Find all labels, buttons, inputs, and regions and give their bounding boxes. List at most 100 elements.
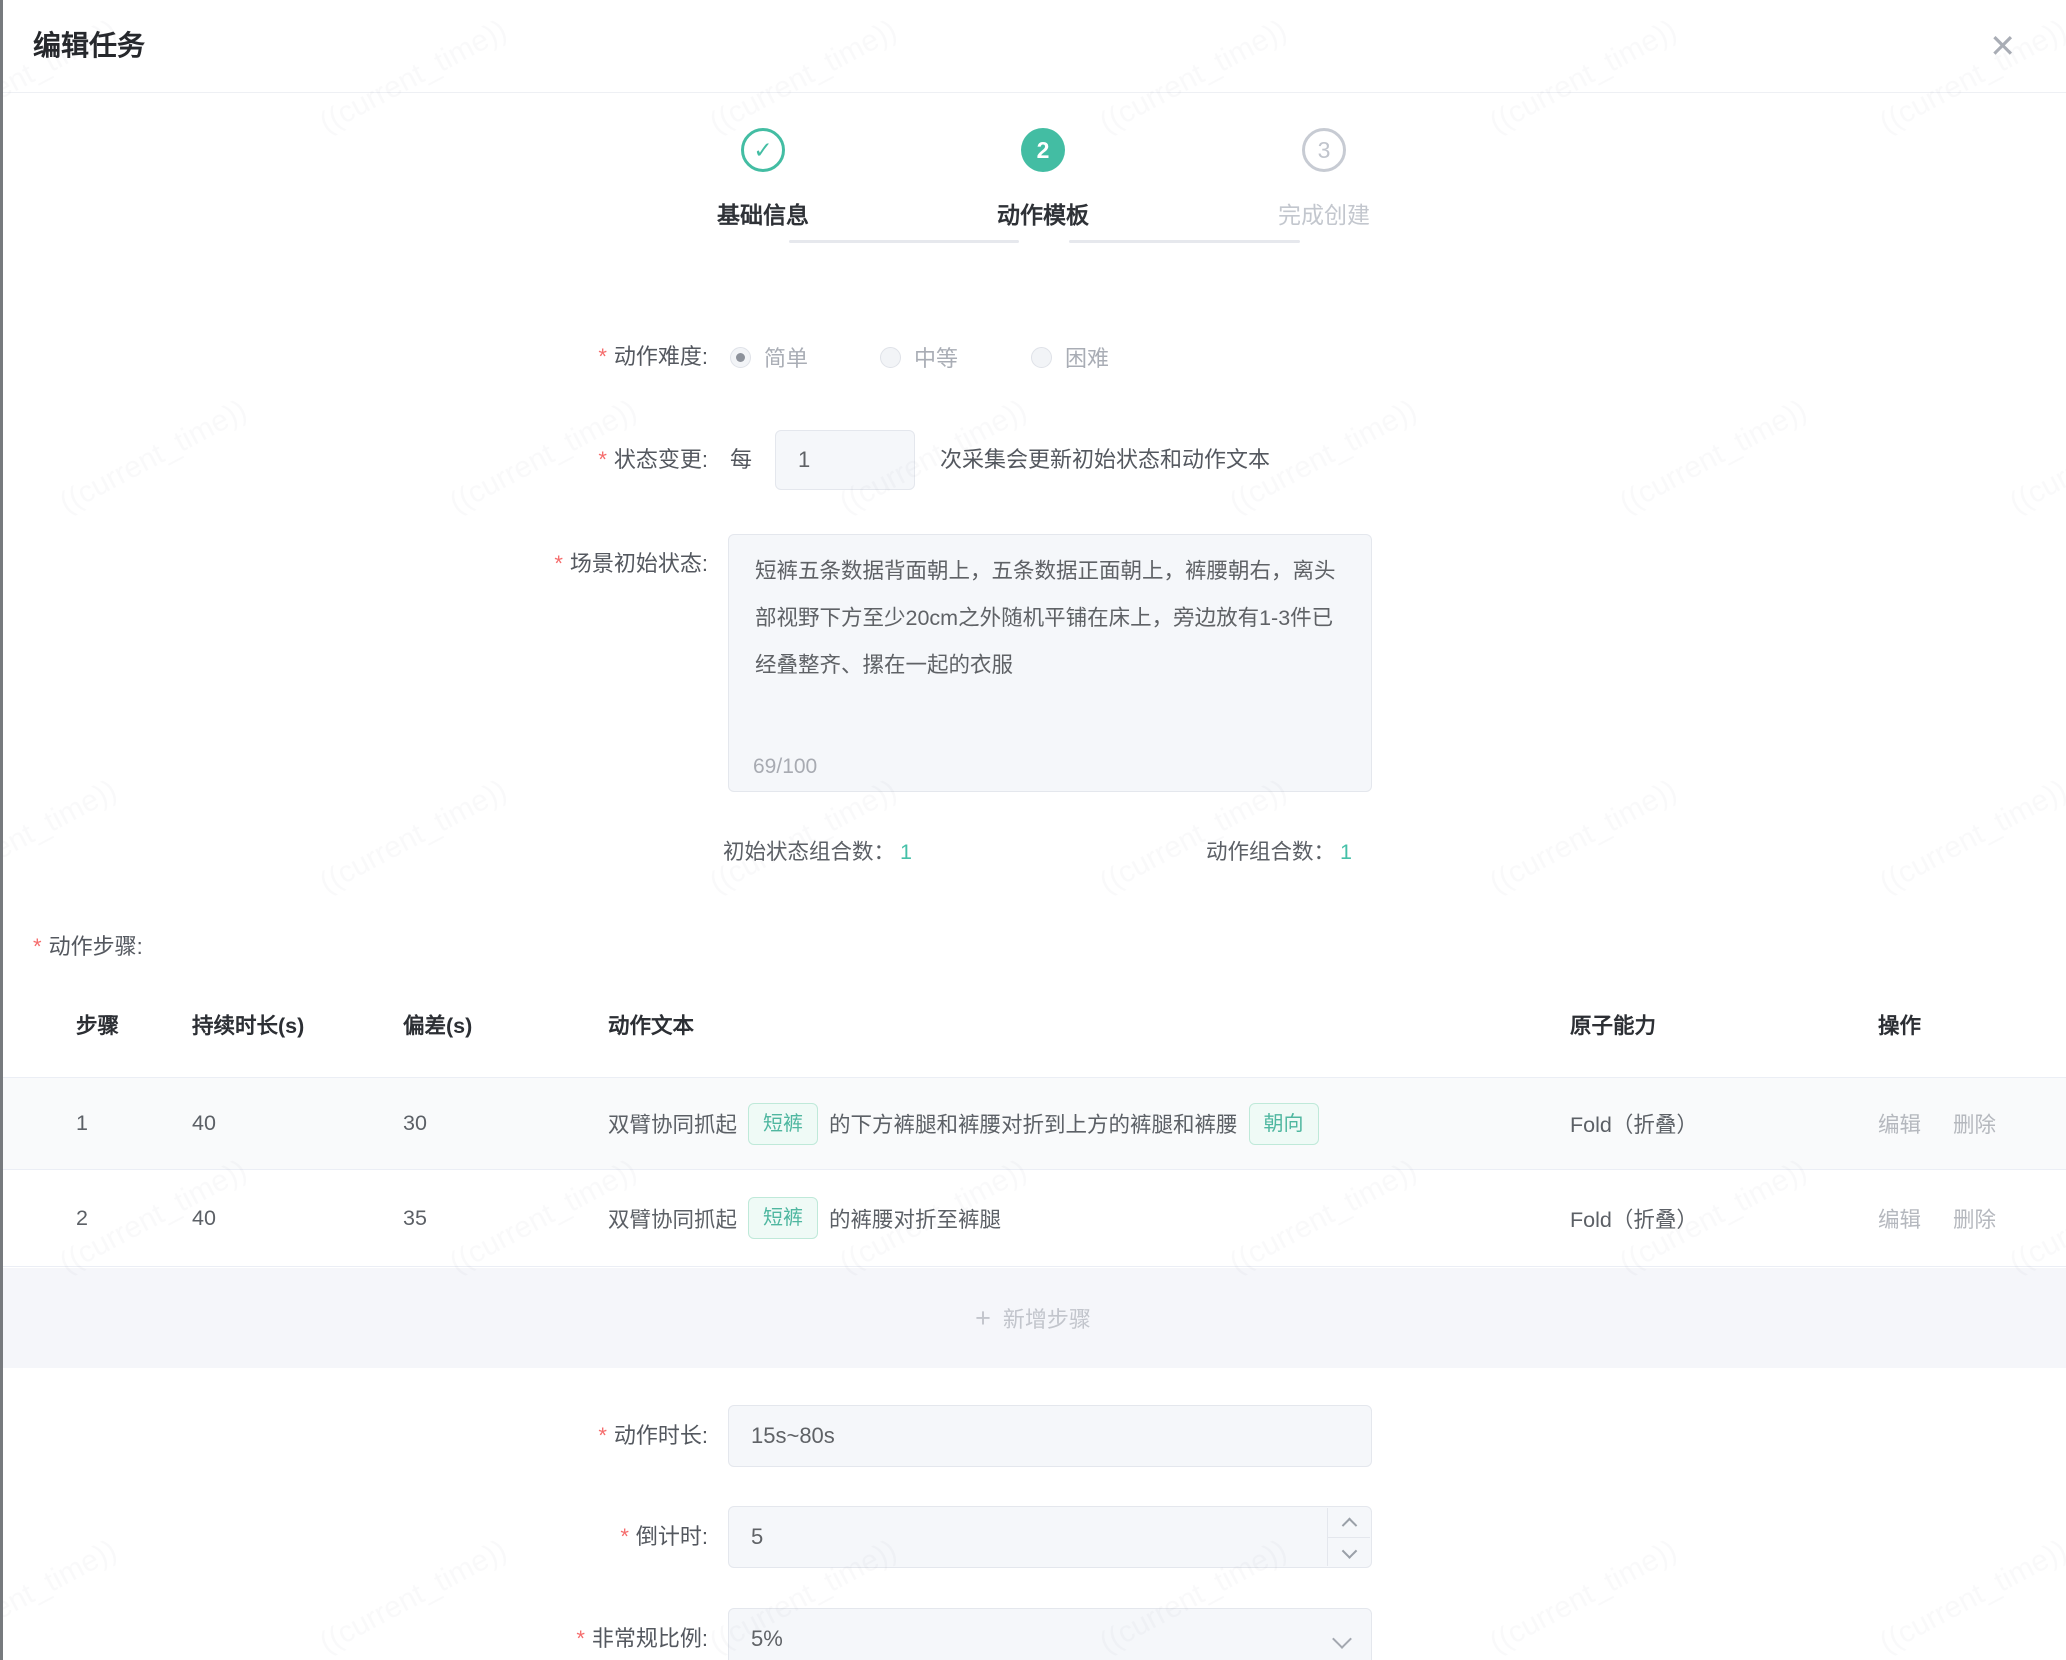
- state-change-label: *状态变更:: [268, 430, 708, 490]
- char-counter: 69/100: [753, 755, 817, 779]
- dialog-header: 编辑任务 ✕: [0, 0, 2066, 93]
- text-segment: 的下方裤腿和裤腰对折到上方的裤腿和裤腰: [829, 1108, 1238, 1139]
- check-icon: ✓: [753, 137, 772, 164]
- object-tag: 短裤: [748, 1103, 818, 1145]
- unusual-ratio-select[interactable]: 5%: [728, 1608, 1372, 1660]
- required-mark: *: [33, 934, 42, 959]
- countdown-value: 5: [729, 1507, 1371, 1567]
- radio-option-hard[interactable]: 困难: [1031, 333, 1109, 381]
- edit-link[interactable]: 编辑: [1878, 1203, 1921, 1234]
- radio-option-medium[interactable]: 中等: [880, 333, 958, 381]
- required-mark: *: [620, 1524, 629, 1549]
- action-duration-value: 15s~80s: [729, 1406, 1371, 1466]
- action-combo-count: 动作组合数：1: [1206, 830, 1352, 874]
- action-combo-value: 1: [1340, 840, 1352, 864]
- add-step-label: 新增步骤: [1003, 1302, 1091, 1334]
- number-spinner: [1327, 1508, 1370, 1566]
- unusual-ratio-label: *非常规比例:: [268, 1608, 708, 1660]
- required-mark: *: [554, 551, 563, 576]
- action-steps-label: *动作步骤:: [33, 925, 143, 969]
- required-mark: *: [576, 1626, 585, 1651]
- step-1-circle: ✓: [741, 128, 785, 172]
- radio-icon: [880, 347, 901, 368]
- row-deviation: 35: [403, 1170, 427, 1266]
- step-3-label: 完成创建: [1214, 196, 1434, 230]
- required-mark: *: [598, 447, 607, 472]
- unusual-ratio-value: 5%: [729, 1609, 1371, 1660]
- add-step-button[interactable]: + 新增步骤: [0, 1268, 2066, 1368]
- table-row: 1 40 30 双臂协同抓起 短裤 的下方裤腿和裤腰对折到上方的裤腿和裤腰 朝向…: [0, 1077, 2066, 1170]
- table-row: 2 40 35 双臂协同抓起 短裤 的裤腰对折至裤腿 Fold（折叠） 编辑 删…: [0, 1170, 2066, 1267]
- action-duration-row: *动作时长: 15s~80s: [0, 1405, 2066, 1467]
- edit-task-dialog: ((current_time))((current_time))((curren…: [0, 0, 2066, 1660]
- initial-combo-label: 初始状态组合数：: [723, 840, 895, 864]
- row-deviation: 30: [403, 1078, 427, 1169]
- header-duration: 持续时长(s): [192, 998, 304, 1054]
- row-step: 2: [76, 1170, 88, 1266]
- text-segment: 双臂协同抓起: [608, 1108, 737, 1139]
- row-action-text: 双臂协同抓起 短裤 的裤腰对折至裤腿: [608, 1170, 1526, 1266]
- step-2-label: 动作模板: [933, 196, 1153, 230]
- radio-icon: [730, 347, 751, 368]
- radio-option-easy[interactable]: 简单: [730, 333, 808, 381]
- stepper: ✓ 2 3 基础信息 动作模板 完成创建: [0, 92, 2066, 252]
- action-steps-table: 步骤 持续时长(s) 偏差(s) 动作文本 原子能力 操作 1 40 30 双臂…: [0, 998, 2066, 1368]
- header-ability: 原子能力: [1570, 998, 1656, 1054]
- radio-label: 困难: [1065, 341, 1109, 373]
- close-icon[interactable]: ✕: [1989, 0, 2016, 92]
- combo-counts-row: 初始状态组合数：1 动作组合数：1: [0, 830, 2066, 874]
- step-number: 2: [1037, 137, 1050, 164]
- header-action-text: 动作文本: [608, 998, 1526, 1054]
- difficulty-label: *动作难度:: [268, 333, 708, 381]
- header-deviation: 偏差(s): [403, 998, 472, 1054]
- initial-combo-count: 初始状态组合数：1: [723, 830, 912, 874]
- chevron-down-icon: [1341, 1543, 1357, 1559]
- unusual-ratio-row: *非常规比例: 5%: [0, 1608, 2066, 1660]
- row-ability: Fold（折叠）: [1570, 1078, 1698, 1169]
- spinner-down-button[interactable]: [1328, 1538, 1370, 1567]
- stepper-connector: [1069, 240, 1300, 243]
- row-duration: 40: [192, 1170, 216, 1266]
- state-change-row: *状态变更: 每 1 次采集会更新初始状态和动作文本: [0, 430, 2066, 490]
- chevron-up-icon: [1341, 1518, 1357, 1534]
- row-actions: 编辑 删除: [1878, 1078, 1996, 1169]
- radio-icon: [1031, 347, 1052, 368]
- required-mark: *: [598, 1423, 607, 1448]
- row-actions: 编辑 删除: [1878, 1170, 1996, 1266]
- state-change-value: 1: [776, 431, 914, 489]
- header-actions: 操作: [1878, 998, 1921, 1054]
- row-duration: 40: [192, 1078, 216, 1169]
- state-change-input[interactable]: 1: [775, 430, 915, 490]
- orientation-tag: 朝向: [1249, 1103, 1319, 1145]
- delete-link[interactable]: 删除: [1953, 1203, 1996, 1234]
- initial-state-label: *场景初始状态:: [268, 534, 708, 594]
- plus-icon: +: [975, 1303, 991, 1334]
- radio-label: 中等: [914, 341, 958, 373]
- difficulty-row: *动作难度: 简单 中等 困难: [0, 333, 2066, 381]
- countdown-input[interactable]: 5: [728, 1506, 1372, 1568]
- required-mark: *: [598, 344, 607, 369]
- page-edge: [0, 0, 3, 1660]
- header-step: 步骤: [76, 998, 119, 1054]
- step-2-circle: 2: [1021, 128, 1065, 172]
- countdown-label: *倒计时:: [268, 1506, 708, 1568]
- edit-link[interactable]: 编辑: [1878, 1108, 1921, 1139]
- initial-state-row: *场景初始状态: 短裤五条数据背面朝上，五条数据正面朝上，裤腰朝右，离头部视野下…: [0, 534, 2066, 792]
- row-action-text: 双臂协同抓起 短裤 的下方裤腿和裤腰对折到上方的裤腿和裤腰 朝向: [608, 1078, 1526, 1169]
- row-ability: Fold（折叠）: [1570, 1170, 1698, 1266]
- action-combo-label: 动作组合数：: [1206, 840, 1335, 864]
- spinner-up-button[interactable]: [1328, 1508, 1370, 1538]
- action-duration-input[interactable]: 15s~80s: [728, 1405, 1372, 1467]
- initial-combo-value: 1: [900, 840, 912, 864]
- delete-link[interactable]: 删除: [1953, 1108, 1996, 1139]
- table-header-row: 步骤 持续时长(s) 偏差(s) 动作文本 原子能力 操作: [0, 998, 2066, 1054]
- row-step: 1: [76, 1078, 88, 1169]
- text-segment: 双臂协同抓起: [608, 1203, 737, 1234]
- initial-state-value: 短裤五条数据背面朝上，五条数据正面朝上，裤腰朝右，离头部视野下方至少20cm之外…: [729, 535, 1371, 689]
- initial-state-textarea[interactable]: 短裤五条数据背面朝上，五条数据正面朝上，裤腰朝右，离头部视野下方至少20cm之外…: [728, 534, 1372, 792]
- step-3-circle: 3: [1302, 128, 1346, 172]
- object-tag: 短裤: [748, 1197, 818, 1239]
- state-change-prefix: 每: [730, 430, 752, 490]
- step-1-label: 基础信息: [653, 196, 873, 230]
- dialog-title: 编辑任务: [33, 0, 145, 92]
